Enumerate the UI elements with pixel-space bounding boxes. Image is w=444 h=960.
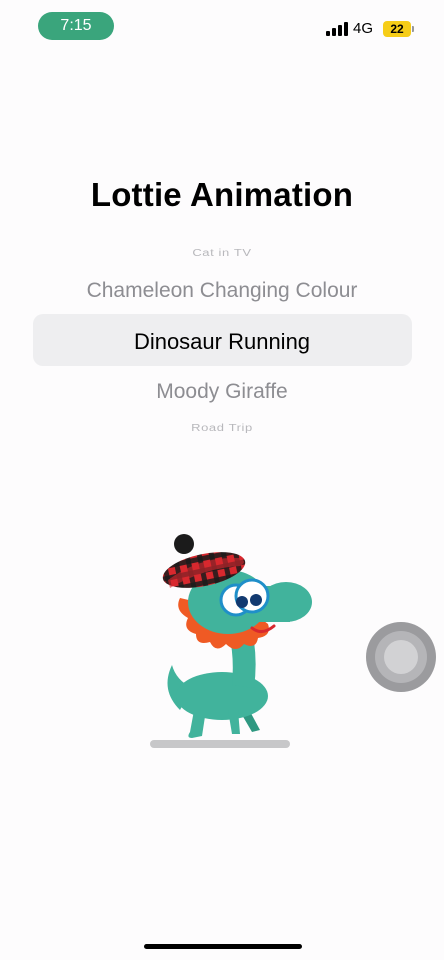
status-time[interactable]: 7:15 (38, 12, 114, 40)
status-bar: 7:15 4G 22 (0, 0, 444, 54)
picker-item[interactable]: Moody Giraffe (0, 380, 444, 404)
animation-picker[interactable]: Cat in TV Chameleon Changing Colour Dino… (0, 234, 444, 444)
assistive-touch-button[interactable] (366, 622, 436, 692)
picker-item[interactable]: Cat in TV (0, 247, 444, 258)
battery-cap (412, 26, 414, 32)
picker-item[interactable]: Chameleon Changing Colour (0, 279, 444, 303)
page-title: Lottie Animation (90, 176, 354, 213)
dino-shadow (150, 740, 290, 748)
network-type: 4G (353, 20, 374, 37)
cellular-signal-icon (326, 22, 348, 36)
picker-item-selected[interactable]: Dinosaur Running (0, 329, 444, 355)
home-indicator[interactable] (144, 944, 302, 949)
dinosaur-running-animation (150, 534, 312, 748)
picker-item[interactable]: Road Trip (0, 422, 444, 433)
battery-icon: 22 (383, 21, 411, 37)
